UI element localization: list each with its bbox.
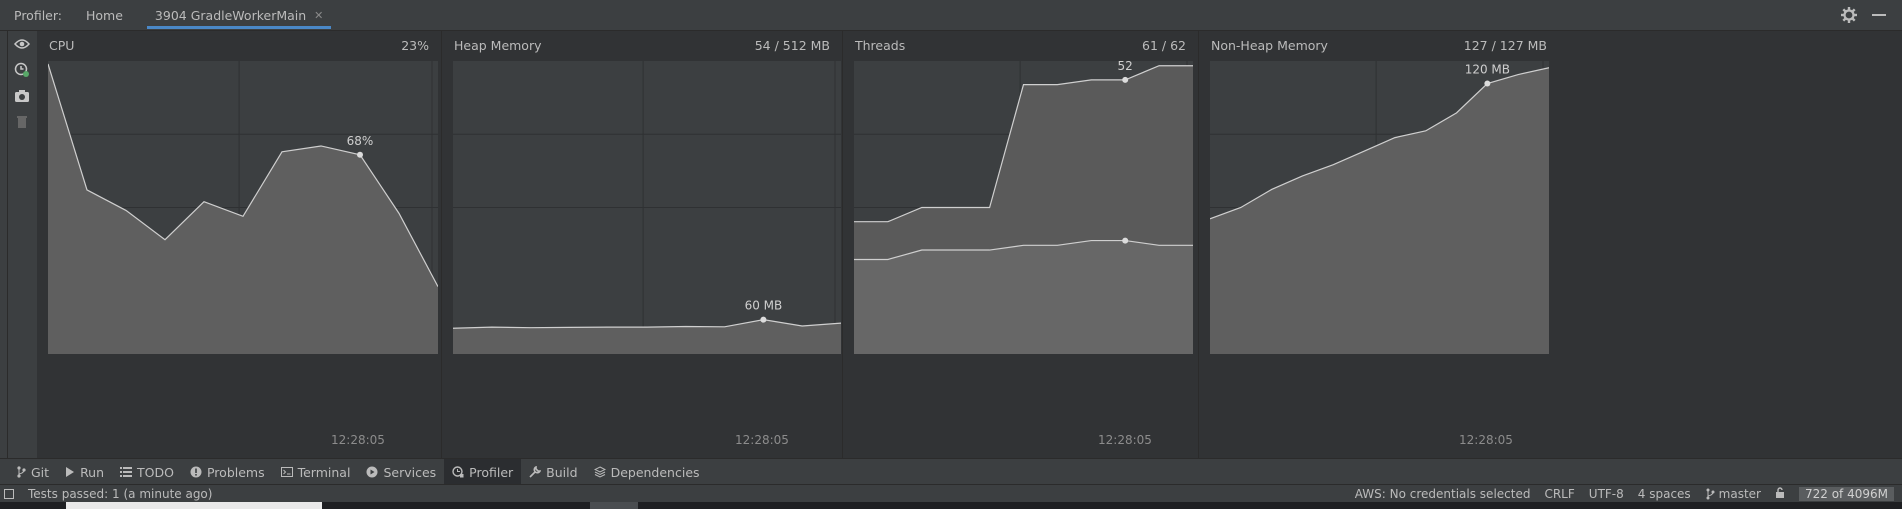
tool-todo[interactable]: TODO	[112, 459, 182, 485]
minimize-icon[interactable]	[1872, 14, 1886, 16]
heap-marker-label: 60 MB	[745, 299, 783, 313]
tool-problems-label: Problems	[206, 464, 265, 480]
todo-icon	[120, 467, 133, 477]
threads-title: Threads	[855, 38, 906, 53]
tab-home-label: Home	[86, 7, 123, 23]
threads-value: 61 / 62	[1142, 38, 1186, 53]
taskbar-item	[590, 502, 638, 509]
tab-session-label: 3904 GradleWorkerMain	[154, 7, 307, 23]
tool-run-label: Run	[80, 464, 105, 480]
tab-home[interactable]: Home	[78, 0, 131, 30]
lock-icon[interactable]	[1775, 487, 1785, 501]
run-icon	[66, 467, 75, 477]
heap-title: Heap Memory	[454, 38, 542, 53]
heap-time-label: 12:28:05	[735, 433, 789, 447]
cpu-value: 23%	[401, 38, 429, 53]
tool-problems[interactable]: Problems	[182, 459, 273, 485]
threads-total-marker	[1122, 76, 1129, 83]
non-heap-memory-monitor[interactable]: Non-Heap Memory 127 / 127 MB 120 MB 12:2…	[1199, 31, 1559, 458]
tool-services[interactable]: Services	[358, 459, 444, 485]
eye-icon[interactable]	[8, 31, 36, 57]
threads-running-area	[854, 240, 1193, 354]
tool-profiler[interactable]: Profiler	[444, 459, 522, 485]
git-icon	[17, 466, 26, 478]
tool-window-bar: Git Run TODO Problems Terminal Services …	[0, 458, 1902, 485]
threads-monitor[interactable]: Threads 61 / 62 52 12:28:05	[843, 31, 1199, 458]
nonheap-chart: 120 MB	[1209, 61, 1550, 358]
git-branch-widget[interactable]: master	[1705, 487, 1761, 501]
heap-chart: 60 MB	[452, 61, 842, 358]
tool-build-label: Build	[546, 464, 578, 480]
heap-marker	[760, 316, 767, 323]
threads-running-marker	[1122, 237, 1129, 244]
threads-time-label: 12:28:05	[1098, 433, 1152, 447]
taskbar-strip	[0, 502, 1902, 509]
left-tool-stripe	[0, 31, 8, 458]
nonheap-title: Non-Heap Memory	[1211, 38, 1328, 53]
threads-chart: 52	[854, 59, 1193, 358]
git-branch: master	[1718, 487, 1761, 501]
nonheap-marker-label: 120 MB	[1465, 63, 1510, 77]
cpu-marker-label: 68%	[347, 134, 374, 148]
cpu-marker	[357, 151, 363, 158]
line-separator[interactable]: CRLF	[1544, 487, 1574, 501]
ide-window: Profiler: Home 3904 GradleWorkerMain ✕ C…	[0, 0, 1902, 509]
taskbar-item	[66, 502, 322, 509]
dependencies-icon	[593, 466, 606, 478]
cpu-time-label: 12:28:05	[331, 433, 385, 447]
status-bar: Tests passed: 1 (a minute ago) AWS: No c…	[0, 484, 1902, 503]
tool-run[interactable]: Run	[57, 459, 112, 485]
cpu-chart: 68%	[47, 61, 439, 358]
nonheap-time-label: 12:28:05	[1459, 433, 1513, 447]
profiler-title: Profiler:	[14, 7, 62, 23]
camera-icon[interactable]	[8, 83, 36, 109]
profiler-header: Profiler: Home 3904 GradleWorkerMain ✕	[0, 0, 1902, 31]
cpu-monitor[interactable]: CPU 23% 68% 12:28:05	[37, 31, 442, 458]
memory-indicator[interactable]: 722 of 4096M	[1799, 487, 1894, 501]
tool-build[interactable]: Build	[521, 459, 585, 485]
tool-windows-toggle-icon[interactable]	[4, 489, 14, 499]
monitor-panels: CPU 23% 68% 12:28:05 Heap Memory 54 / 51…	[37, 31, 1902, 458]
nonheap-value: 127 / 127 MB	[1463, 38, 1547, 53]
tool-git[interactable]: Git	[8, 459, 57, 485]
problems-icon	[190, 466, 202, 478]
branch-icon	[1706, 488, 1715, 500]
trash-icon[interactable]	[8, 109, 36, 135]
tool-dependencies-label: Dependencies	[610, 464, 700, 480]
build-icon	[529, 466, 542, 478]
status-message[interactable]: Tests passed: 1 (a minute ago)	[28, 487, 212, 501]
aws-connection[interactable]: AWS: No credentials selected	[1355, 487, 1531, 501]
close-icon[interactable]: ✕	[314, 9, 323, 22]
heap-value: 54 / 512 MB	[754, 38, 830, 53]
profiler-icon	[452, 466, 464, 478]
tool-profiler-label: Profiler	[469, 464, 514, 480]
services-icon	[366, 466, 378, 478]
tool-services-label: Services	[383, 464, 437, 480]
tool-todo-label: TODO	[137, 464, 174, 480]
tool-terminal-label: Terminal	[297, 464, 351, 480]
file-encoding[interactable]: UTF-8	[1589, 487, 1624, 501]
profiler-actions	[8, 31, 36, 458]
tool-git-label: Git	[31, 464, 50, 480]
tool-terminal[interactable]: Terminal	[273, 459, 359, 485]
gear-icon[interactable]	[1840, 6, 1858, 24]
terminal-icon	[280, 467, 293, 477]
heap-memory-monitor[interactable]: Heap Memory 54 / 512 MB 60 MB 12:28:05	[442, 31, 843, 458]
cpu-title: CPU	[49, 38, 75, 53]
nonheap-marker	[1484, 80, 1491, 87]
indent-setting[interactable]: 4 spaces	[1638, 487, 1691, 501]
tab-session[interactable]: 3904 GradleWorkerMain ✕	[146, 0, 332, 30]
attach-process-icon[interactable]	[8, 57, 36, 83]
tool-dependencies[interactable]: Dependencies	[586, 459, 708, 485]
threads-total-marker-label: 52	[1118, 61, 1133, 73]
